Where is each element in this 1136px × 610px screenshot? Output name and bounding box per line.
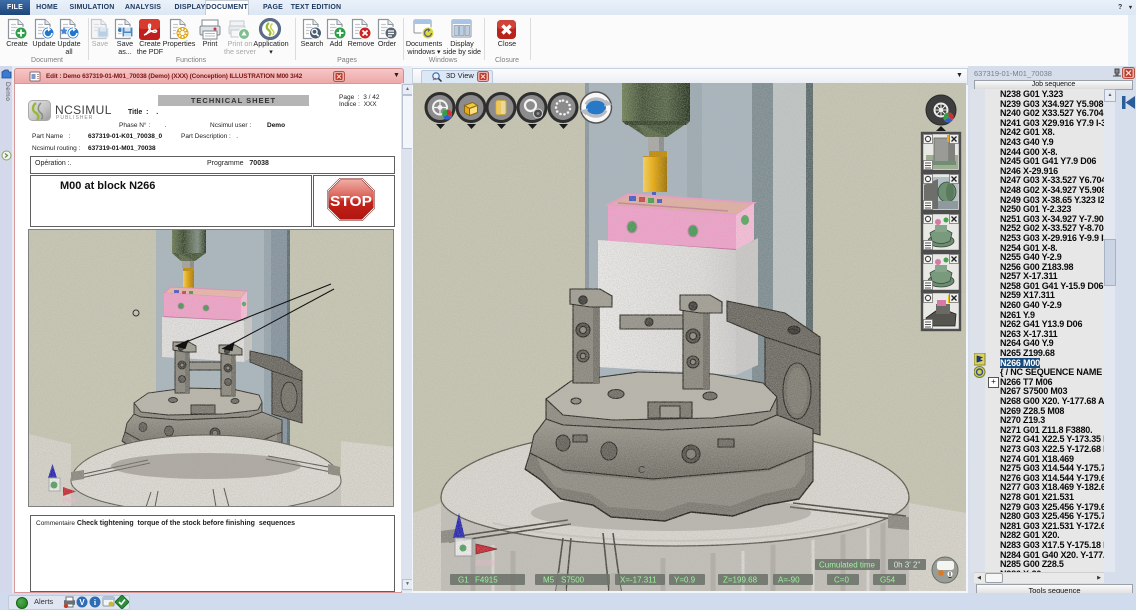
svg-text:C=0: C=0 (834, 576, 849, 585)
svg-text:G54: G54 (880, 576, 896, 585)
svg-text:X=-17.311: X=-17.311 (620, 576, 657, 585)
svg-text:Cumulated time: Cumulated time (819, 561, 876, 570)
svg-text:0h 3' 2": 0h 3' 2" (894, 561, 921, 570)
svg-text:V: V (79, 598, 85, 607)
svg-text:A=-90: A=-90 (778, 576, 800, 585)
svg-text:S7500: S7500 (561, 576, 585, 585)
svg-text:F4915: F4915 (475, 576, 498, 585)
svg-text:G1: G1 (458, 576, 469, 585)
svg-text:Z=199.68: Z=199.68 (723, 576, 758, 585)
svg-text:STOP: STOP (330, 193, 372, 210)
svg-text:Y=0.9: Y=0.9 (674, 576, 696, 585)
svg-text:M5: M5 (543, 576, 555, 585)
